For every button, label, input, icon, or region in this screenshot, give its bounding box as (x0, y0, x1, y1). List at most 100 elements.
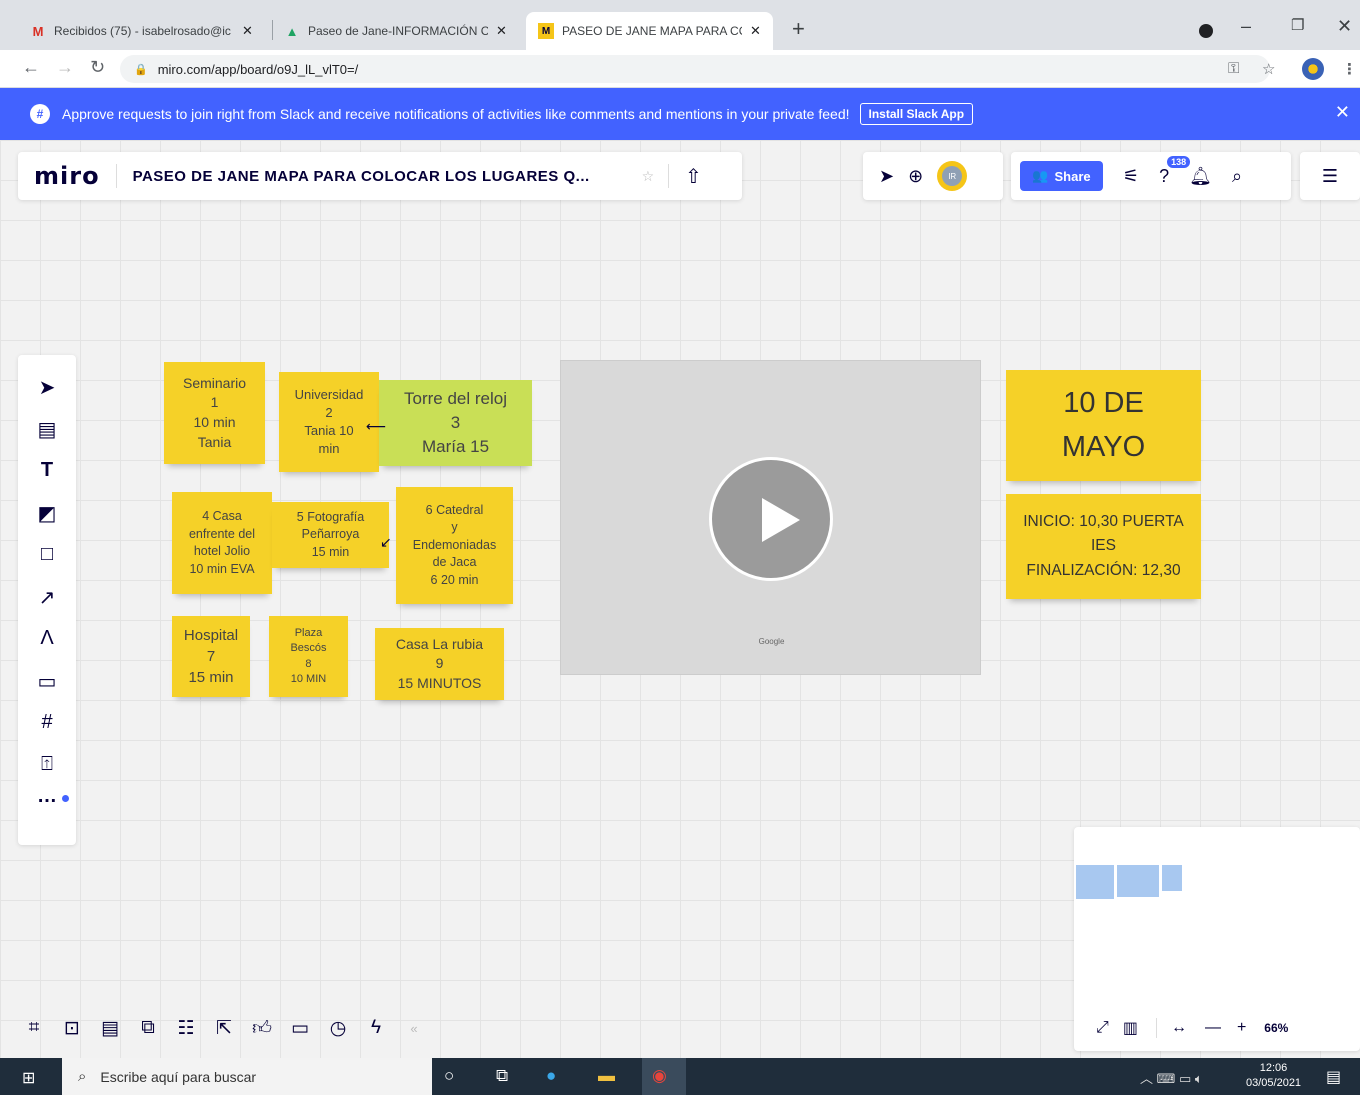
collapse-chevron-icon[interactable]: « (402, 1021, 426, 1036)
frame-icon[interactable]: # (18, 711, 76, 734)
text-tool-icon[interactable]: T (18, 459, 76, 482)
zoom-in-icon[interactable]: + (1237, 1019, 1246, 1037)
board-header-panel: miro PASEO DE JANE MAPA PARA COLOCAR LOS… (18, 152, 742, 200)
sticky-note[interactable]: 4 Casa enfrente del hotel Jolio 10 min E… (172, 492, 272, 594)
frames-icon[interactable]: ⌗ (22, 1017, 46, 1039)
help-icon[interactable]: ? 138 (1159, 155, 1191, 187)
invite-collaborator-icon[interactable]: ⊕ (908, 166, 923, 187)
comment-icon[interactable]: ▭ (18, 669, 76, 694)
settings-sliders-icon[interactable]: ⚟ (1123, 166, 1139, 187)
url-field[interactable]: 🔒 miro.com/app/board/o9J_lL_vlT0=/ (120, 55, 1270, 83)
new-indicator-dot (62, 795, 69, 802)
close-tab-icon[interactable]: ✕ (242, 23, 253, 39)
bell-icon[interactable]: 🔔︎ (1189, 166, 1212, 187)
cards-icon[interactable]: ⧉ (136, 1017, 160, 1039)
sticky-note[interactable]: Casa La rubia 9 15 MINUTOS (375, 628, 504, 700)
help-badge: 138 (1167, 155, 1191, 168)
zoom-level[interactable]: 66% (1264, 1021, 1288, 1035)
miro-logo[interactable]: miro (34, 162, 100, 190)
embedded-video[interactable]: Google (560, 360, 981, 675)
sticky-note[interactable]: Universidad 2 Tania 10 min (279, 372, 379, 472)
sticky-note[interactable]: 6 Catedral y Endemoniadas de Jaca 6 20 m… (396, 487, 513, 604)
presentation-icon[interactable]: ⊡ (60, 1017, 84, 1040)
board-title[interactable]: PASEO DE JANE MAPA PARA COLOCAR LOS LUGA… (133, 168, 638, 185)
tab-drive[interactable]: ▲ Paseo de Jane-INFORMACIÓN C ✕ (272, 12, 519, 50)
sticky-note[interactable]: Hospital 7 15 min (172, 616, 250, 697)
fullscreen-icon[interactable]: ⤢ (1096, 1019, 1109, 1037)
templates-icon[interactable]: ▤ (18, 417, 76, 442)
sticky-note[interactable]: INICIO: 10,30 PUERTA IES FINALIZACIÓN: 1… (1006, 494, 1201, 599)
upload-tool-icon[interactable]: ⍐ (18, 753, 76, 776)
miro-icon: M (538, 23, 554, 39)
map-icon[interactable]: ▥ (1123, 1018, 1138, 1038)
minimize-icon[interactable]: – (1241, 16, 1251, 37)
menu-dots-icon[interactable]: ⋮ (1342, 60, 1357, 78)
sticky-note[interactable]: 5 Fotografía Peñarroya 15 min (272, 502, 389, 568)
notes-panel[interactable]: ☰ (1300, 152, 1360, 200)
tab-gmail[interactable]: M Recibidos (75) - isabelrosado@ic ✕ (18, 12, 265, 50)
miro-board-canvas[interactable]: miro PASEO DE JANE MAPA PARA COLOCAR LOS… (0, 140, 1360, 1058)
search-icon[interactable]: ⌕ (1232, 166, 1242, 187)
cortana-icon[interactable]: ○ (444, 1066, 454, 1086)
profile-indicator-icon[interactable] (1199, 24, 1213, 38)
shape-icon[interactable]: □ (18, 543, 76, 566)
sticky-note[interactable]: Seminario 1 10 min Tania (164, 362, 265, 464)
sticky-note[interactable]: Plaza Bescós 8 10 MIN (269, 616, 348, 697)
windows-start-icon[interactable]: ⊞ (22, 1068, 35, 1088)
sticky-text: 5 Fotografía Peñarroya 15 min (296, 509, 365, 559)
share-screen-icon[interactable]: ⇱ (212, 1017, 236, 1040)
install-slack-app-button[interactable]: Install Slack App (859, 103, 974, 125)
tab-miro-active[interactable]: M PASEO DE JANE MAPA PARA COL ✕ (526, 12, 773, 50)
banner-close-icon[interactable]: ✕ (1335, 102, 1350, 123)
bookmark-star-icon[interactable]: ☆ (1262, 60, 1275, 78)
video-caption: Google (758, 637, 785, 646)
close-tab-icon[interactable]: ✕ (750, 23, 761, 39)
browser-tab-bar: M Recibidos (75) - isabelrosado@ic ✕ ▲ P… (0, 0, 1360, 50)
select-cursor-icon[interactable]: ➤ (18, 375, 76, 400)
forward-icon[interactable]: → (56, 57, 74, 78)
share-button[interactable]: 👥 Share (1020, 161, 1103, 191)
notification-icon[interactable]: ▤ (1326, 1067, 1341, 1087)
taskbar-search[interactable]: ⌕ Escribe aquí para buscar (62, 1058, 432, 1095)
back-icon[interactable]: ← (22, 57, 40, 78)
close-tab-icon[interactable]: ✕ (496, 23, 507, 39)
kanban-icon[interactable]: ☷ (174, 1017, 198, 1040)
voting-thumb-icon[interactable]: 👍︎ (250, 1017, 274, 1040)
video-call-icon[interactable]: ▭ (288, 1017, 312, 1040)
date: 03/05/2021 (1246, 1077, 1302, 1089)
reload-icon[interactable]: ↻ (90, 57, 105, 78)
lightning-icon[interactable]: ϟ (364, 1017, 388, 1039)
window-close-icon[interactable]: ✕ (1337, 16, 1352, 37)
avatar[interactable]: IR (937, 161, 968, 191)
address-bar-row: ← → ↻ 🔒 miro.com/app/board/o9J_lL_vlT0=/… (0, 50, 1360, 88)
search-icon: ⌕ (78, 1068, 87, 1085)
cursor-filter-icon[interactable]: ➤ (879, 166, 894, 187)
restore-icon[interactable]: ❐ (1291, 16, 1304, 34)
key-icon[interactable]: ⚿ (1228, 60, 1239, 77)
timer-icon[interactable]: ◷ (326, 1017, 350, 1040)
minimap-region (1162, 865, 1182, 891)
comments-icon[interactable]: ▤ (98, 1017, 122, 1040)
pen-icon[interactable]: Λ (18, 627, 76, 650)
taskbar-clock[interactable]: 12:06 03/05/2021 (1246, 1061, 1301, 1091)
fit-width-icon[interactable]: ↔ (1171, 1019, 1187, 1037)
sticky-note[interactable]: 10 DE MAYO (1006, 370, 1201, 481)
upload-icon[interactable]: ⇧ (685, 164, 702, 189)
connector-arrow[interactable]: ↙ (380, 534, 392, 551)
sticky-text: 6 Catedral y Endemoniadas de Jaca 6 20 m… (412, 502, 497, 587)
system-tray-icons[interactable]: ︿ ⌨ ▭ 🔈︎ (1140, 1068, 1203, 1087)
task-view-icon[interactable]: ⧉ (496, 1066, 508, 1086)
edge-icon[interactable]: ● (546, 1066, 556, 1086)
new-tab-button[interactable]: + (792, 18, 805, 40)
user-initials: IR (942, 166, 963, 186)
arrow-line-icon[interactable]: ↗ (18, 585, 76, 610)
bottom-toolbar: ⌗ ⊡ ▤ ⧉ ☷ ⇱ 👍︎ ▭ ◷ ϟ « (22, 1010, 492, 1046)
connector-arrow[interactable]: ⟵ (366, 418, 386, 435)
zoom-out-icon[interactable]: — (1205, 1019, 1221, 1037)
chrome-profile-avatar[interactable] (1302, 58, 1324, 80)
sticky-note[interactable]: Torre del reloj 3 María 15 (379, 380, 532, 466)
sticky-note-icon[interactable]: ◩ (18, 501, 76, 526)
file-explorer-icon[interactable]: ▬ (598, 1066, 615, 1086)
play-button[interactable] (709, 457, 833, 581)
star-icon[interactable]: ☆ (642, 168, 655, 185)
